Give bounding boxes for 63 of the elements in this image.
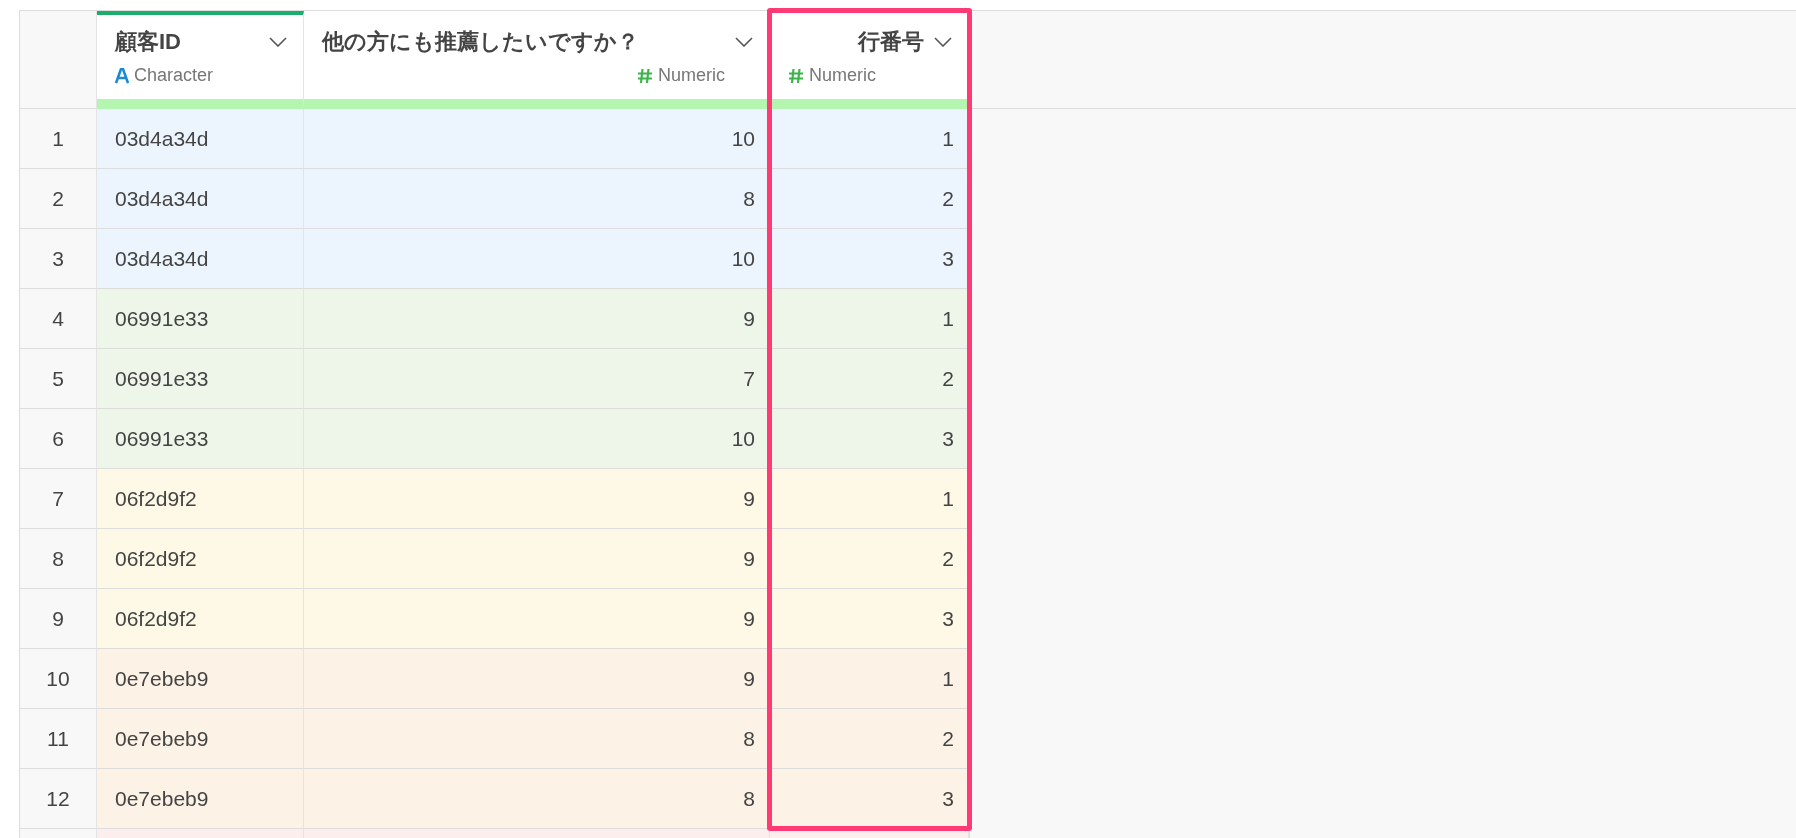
row-number: 3 [20, 229, 97, 289]
table-cell: 3 [770, 589, 969, 649]
table-cell: 06f2d9f2 [97, 529, 304, 589]
column-header[interactable]: 行番号 Numeric [770, 11, 969, 109]
table-cell: 0e7ebeb9 [97, 649, 304, 709]
table-cell: 03d4a34d [97, 229, 304, 289]
column-type-label: Numeric [658, 65, 725, 86]
table-cell: 9 [304, 589, 770, 649]
row-number: 4 [20, 289, 97, 349]
caret-icon[interactable] [269, 37, 287, 47]
table-cell: 06f2d9f2 [97, 469, 304, 529]
table-cell: 9 [304, 529, 770, 589]
hash-icon [637, 67, 653, 84]
row-number: 6 [20, 409, 97, 469]
table-cell: 2 [770, 709, 969, 769]
table-cell: 06991e33 [97, 289, 304, 349]
row-number: 2 [20, 169, 97, 229]
table-cell: 1 [770, 289, 969, 349]
table-cell: 06991e33 [97, 409, 304, 469]
table-cell: 9 [304, 469, 770, 529]
column-type-label: Numeric [809, 65, 876, 86]
row-number: 9 [20, 589, 97, 649]
table-cell: 1 [770, 469, 969, 529]
hash-icon [788, 67, 804, 84]
column-title: 他の方にも推薦したいですか？ [322, 28, 639, 56]
row-number: 1 [20, 109, 97, 169]
row-number: 8 [20, 529, 97, 589]
column-header[interactable]: 他の方にも推薦したいですか？ Numeric [304, 11, 770, 109]
table-cell: 10 [304, 109, 770, 169]
table-cell: 2 [770, 349, 969, 409]
table-cell: 8 [304, 709, 770, 769]
row-number: 11 [20, 709, 97, 769]
table-cell: 3 [770, 409, 969, 469]
table-cell: 8 [304, 169, 770, 229]
table-cell: 3 [770, 229, 969, 289]
row-number: 7 [20, 469, 97, 529]
column-title: 顧客ID [115, 28, 181, 56]
table-cell: 2 [770, 529, 969, 589]
table-cell: 06991e33 [97, 349, 304, 409]
column-type-label: Character [134, 65, 214, 86]
letter-a-icon [115, 67, 129, 84]
table-cell: 1 [770, 649, 969, 709]
column-header[interactable]: 顧客ID Character [97, 11, 304, 109]
table-cell: 0e7ebeb9 [97, 709, 304, 769]
table-cell: 03d4a34d [97, 169, 304, 229]
table-cell: 9 [304, 649, 770, 709]
caret-icon[interactable] [735, 37, 753, 47]
table-cell: 2 [770, 169, 969, 229]
table-cell: 0e7ebeb9 [97, 769, 304, 829]
table-cell: 3 [770, 769, 969, 829]
row-number: 10 [20, 649, 97, 709]
table-cell: 10 [304, 229, 770, 289]
table-cell: 1 [770, 109, 969, 169]
column-title: 行番号 [858, 28, 924, 56]
table-cell: 03d4a34d [97, 109, 304, 169]
table-cell: 10 [304, 409, 770, 469]
table-cell: 8 [304, 769, 770, 829]
table-cell: 7 [304, 349, 770, 409]
row-number: 5 [20, 349, 97, 409]
row-number: 12 [20, 769, 97, 829]
table-cell: 06f2d9f2 [97, 589, 304, 649]
caret-icon[interactable] [934, 37, 952, 47]
table-cell: 9 [304, 289, 770, 349]
